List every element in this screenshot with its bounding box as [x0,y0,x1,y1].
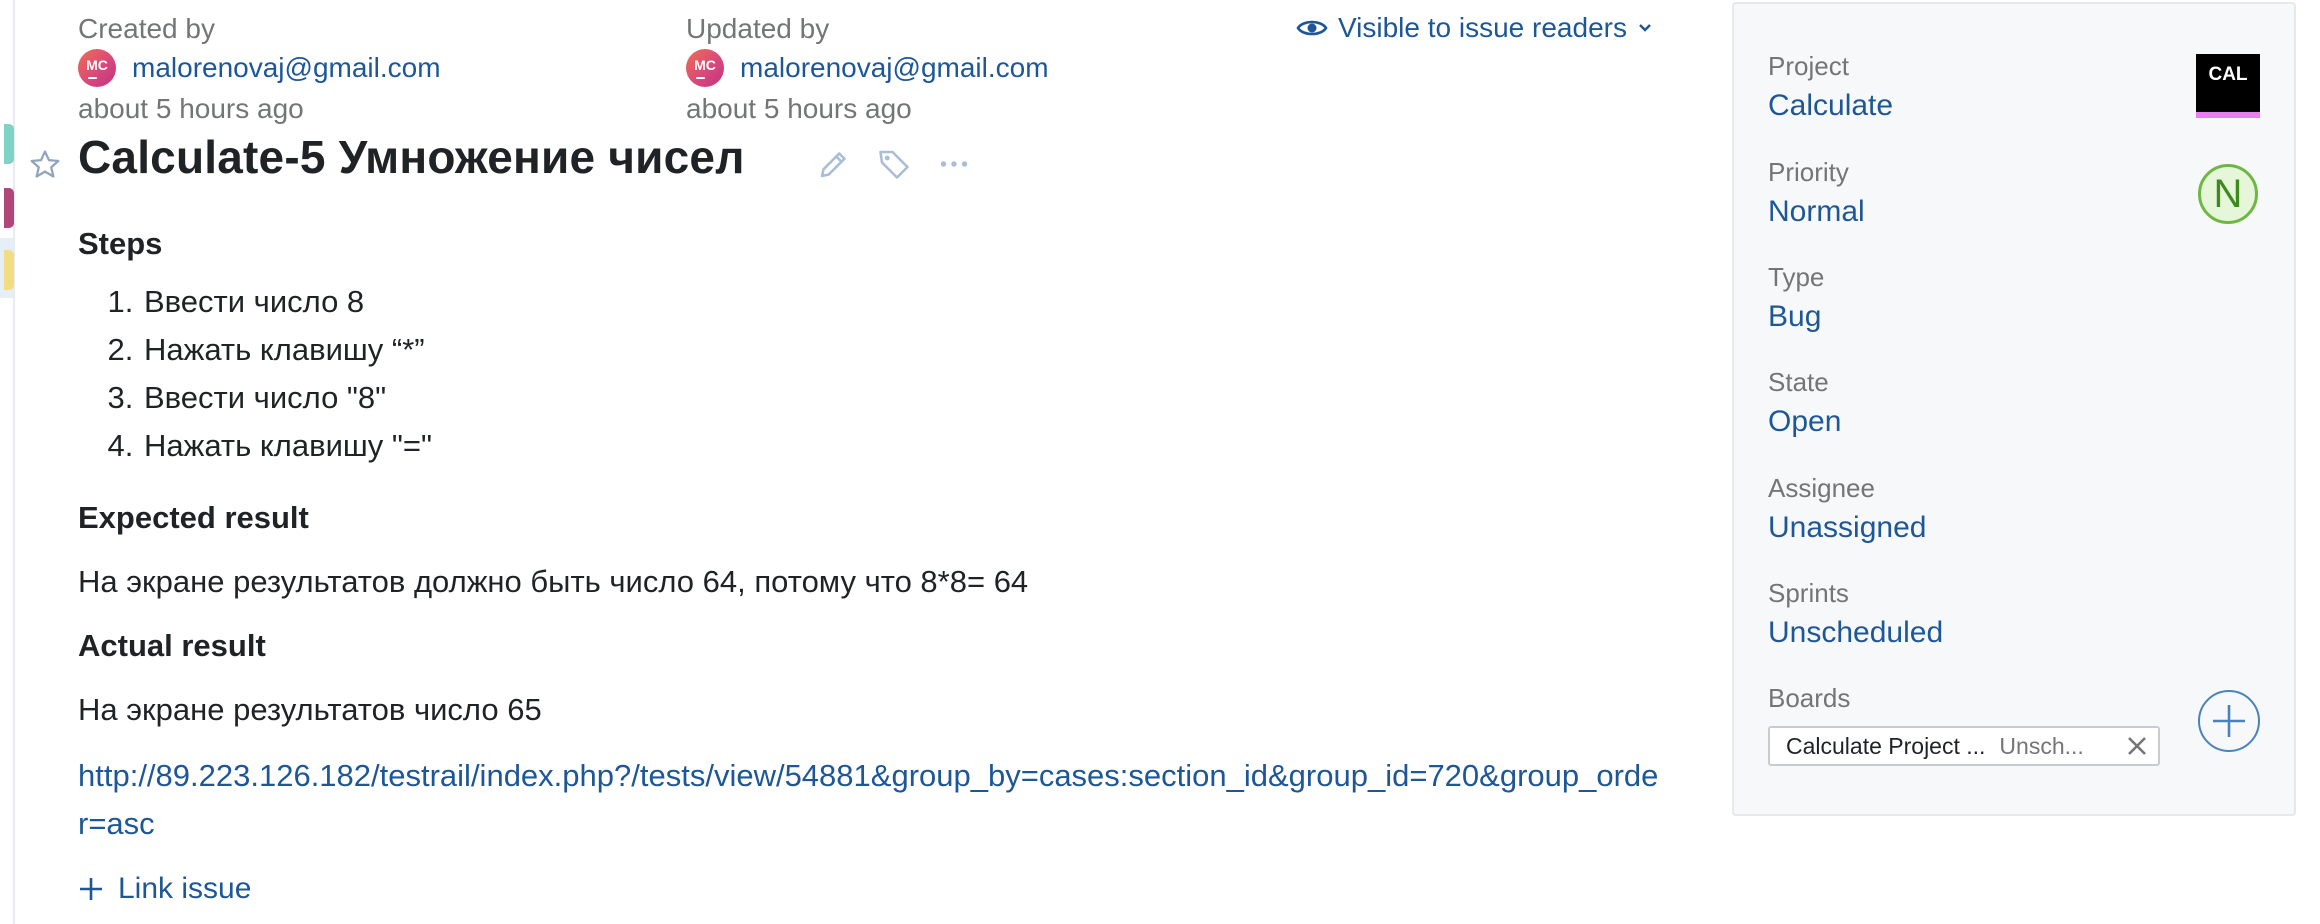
step-item: Нажать клавишу “*” [142,326,1668,374]
visibility-label: Visible to issue readers [1338,12,1627,43]
assignee-label: Assignee [1768,473,1875,503]
priority-label: Priority [1768,157,1849,187]
expected-result-text: На экране результатов должно быть число … [78,564,1029,599]
type-field[interactable]: Type Bug [1768,261,1824,337]
project-avatar-icon: CAL [2196,54,2260,118]
issue-title: Calculate-5 Умножение чисел [78,131,745,183]
state-label: State [1768,367,1829,397]
step-item: Ввести число "8" [142,374,1668,422]
gutter-marker-yellow[interactable] [4,250,14,290]
sprints-field[interactable]: Sprints Unscheduled [1768,577,1943,653]
testrail-url-link[interactable]: http://89.223.126.182/testrail/index.php… [78,752,1668,848]
step-item: Ввести число 8 [142,278,1668,326]
plus-icon [80,878,102,900]
boards-field: Boards [1768,682,1850,714]
board-chip-sprint: Unsch... [1999,732,2084,759]
project-label: Project [1768,51,1849,81]
chevron-down-icon [1639,24,1651,32]
created-time: about 5 hours ago [78,93,304,124]
close-icon [2128,737,2146,755]
star-icon[interactable] [28,148,62,182]
tag-icon[interactable] [876,146,912,182]
project-value[interactable]: Calculate [1768,86,1893,126]
link-issue-button[interactable]: Link issue [78,872,251,906]
sprints-value[interactable]: Unscheduled [1768,613,1943,653]
priority-badge-icon: N [2198,164,2258,224]
updated-time: about 5 hours ago [686,93,912,124]
updater-avatar[interactable]: MC [686,49,724,87]
issue-description: Steps Ввести число 8 Нажать клавишу “*” … [78,222,1668,841]
add-board-button[interactable] [2198,690,2260,752]
issue-fields-panel: Project Calculate CAL Priority Normal N … [1732,2,2296,816]
updater-email-link[interactable]: malorenovaj@gmail.com [740,52,1049,84]
more-icon[interactable] [936,146,972,182]
actual-result-text: На экране результатов число 65 [78,692,542,727]
assignee-field[interactable]: Assignee Unassigned [1768,472,1926,548]
board-chip-name: Calculate Project ... [1786,732,1986,759]
created-by-block: Created by MC malorenovaj@gmail.com abou… [78,12,441,126]
assignee-value[interactable]: Unassigned [1768,508,1926,548]
plus-icon [2213,705,2245,737]
remove-board-button[interactable] [2126,735,2148,757]
board-chip[interactable]: Calculate Project ... Unsch... [1768,726,2160,766]
gutter-marker-magenta[interactable] [4,188,14,228]
updated-by-caption: Updated by [686,13,830,44]
boards-label: Boards [1768,683,1851,713]
updated-by-block: Updated by MC malorenovaj@gmail.com abou… [686,12,1049,126]
actual-result-heading: Actual result [78,628,266,663]
state-field[interactable]: State Open [1768,366,1841,442]
creator-email-link[interactable]: malorenovaj@gmail.com [132,52,441,84]
state-value[interactable]: Open [1768,402,1841,442]
priority-field[interactable]: Priority Normal [1768,156,1865,232]
step-item: Нажать клавишу "=" [142,422,1668,470]
type-value[interactable]: Bug [1768,297,1824,337]
created-by-caption: Created by [78,13,215,44]
expected-result-heading: Expected result [78,500,309,535]
creator-avatar[interactable]: MC [78,49,116,87]
project-field[interactable]: Project Calculate [1768,50,1893,126]
sprints-label: Sprints [1768,578,1849,608]
edit-icon[interactable] [816,146,852,182]
steps-heading: Steps [78,226,163,261]
steps-list: Ввести число 8 Нажать клавишу “*” Ввести… [78,278,1668,470]
gutter-marker-teal[interactable] [4,124,14,164]
visibility-dropdown[interactable]: Visible to issue readers [1296,12,1653,44]
priority-value[interactable]: Normal [1768,192,1865,232]
link-issue-label: Link issue [118,872,252,905]
eye-icon [1296,20,1328,36]
type-label: Type [1768,262,1825,292]
